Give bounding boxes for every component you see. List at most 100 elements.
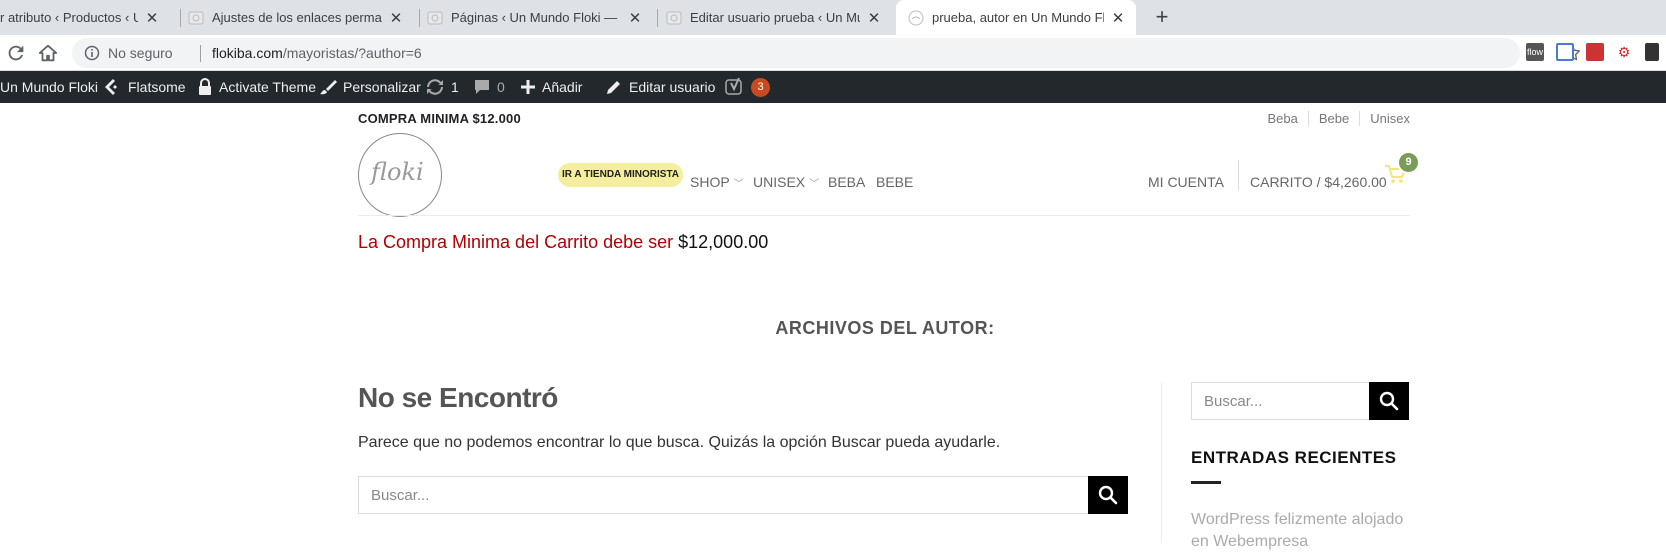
sidebar-search-input[interactable]: Buscar... — [1204, 393, 1262, 410]
site-logo[interactable]: floki — [358, 133, 442, 217]
header-divider — [358, 215, 1410, 216]
floki-favicon-icon — [908, 10, 924, 25]
nav-unisex[interactable]: UNISEX ﹀ — [753, 174, 819, 190]
search-icon — [1379, 391, 1399, 411]
nav-shop[interactable]: SHOP ﹀ — [690, 174, 744, 190]
omnibox-divider — [200, 45, 201, 62]
yoast-notification-count: 3 — [751, 77, 770, 97]
wp-admin-bar: Un Mundo Floki Flatsome Activate Theme P… — [0, 71, 1666, 103]
new-tab-button[interactable]: + — [1148, 3, 1176, 31]
admin-comments[interactable]: 0 — [473, 71, 505, 103]
column-divider — [1161, 383, 1162, 543]
main-search-input[interactable]: Buscar... — [371, 487, 429, 504]
nav-cart-label: CARRITO / $4,260.00 — [1250, 174, 1387, 190]
url-host: flokiba.com — [212, 45, 283, 61]
admin-edit-user-label: Editar usuario — [629, 79, 716, 95]
gear-extension-icon[interactable]: ⚙ — [1615, 43, 1633, 61]
tab-title: Editar usuario prueba ‹ Un Mundo — [690, 10, 860, 25]
tab-prueba-autor[interactable]: prueba, autor en Un Mundo Floki ✕ — [896, 0, 1136, 35]
tab-productos-atributo[interactable]: r atributo ‹ Productos ‹ Un Mundo ✕ — [0, 0, 168, 35]
flow-extension-icon[interactable]: flow — [1526, 43, 1544, 61]
yoast-icon — [725, 77, 742, 95]
comment-icon — [475, 80, 489, 94]
cart-count-badge: 9 — [1399, 153, 1418, 172]
nav-bebe-label: BEBE — [876, 174, 914, 190]
tab-separator — [657, 9, 658, 27]
admin-customize[interactable]: Personalizar — [319, 71, 421, 103]
admin-edit-user[interactable]: Editar usuario — [605, 71, 715, 103]
recent-post-link[interactable]: WordPress felizmente alojado en Webempre… — [1191, 509, 1421, 553]
admin-site-name[interactable]: Un Mundo Floki — [0, 71, 98, 103]
admin-activate-theme[interactable]: Activate Theme — [197, 71, 316, 103]
pencil-icon — [607, 81, 620, 94]
lock-icon — [199, 78, 211, 95]
tab-enlaces-permanentes[interactable]: Ajustes de los enlaces permanentes ✕ — [188, 0, 412, 35]
wordpress-favicon-icon — [427, 11, 443, 24]
not-found-title: No se Encontró — [358, 382, 558, 413]
search-icon — [1098, 485, 1118, 505]
tab-title: Ajustes de los enlaces permanentes — [212, 10, 382, 25]
admin-activate-label: Activate Theme — [219, 79, 317, 95]
nav-bebe[interactable]: BEBE — [876, 174, 913, 190]
minimum-cart-notice: La Compra Minima del Carrito debe ser $1… — [358, 232, 768, 253]
tab-editar-usuario[interactable]: Editar usuario prueba ‹ Un Mundo ✕ — [666, 0, 890, 35]
tab-title: r atributo ‹ Productos ‹ Un Mundo — [0, 10, 138, 25]
nav-beba[interactable]: BEBA — [828, 174, 865, 190]
close-tab-icon[interactable]: ✕ — [866, 9, 882, 27]
nav-unisex-label: UNISEX — [753, 174, 806, 190]
top-link-unisex[interactable]: Unisex — [1359, 111, 1410, 126]
close-tab-icon[interactable]: ✕ — [627, 9, 643, 27]
wordpress-favicon-icon — [188, 11, 204, 24]
nav-divider — [1238, 160, 1239, 190]
home-icon[interactable] — [37, 42, 59, 64]
tab-separator — [180, 9, 181, 27]
admin-add-label: Añadir — [542, 79, 583, 95]
nav-shop-label: SHOP — [690, 174, 730, 190]
nav-cart[interactable]: CARRITO / $4,260.00 — [1250, 174, 1387, 190]
address-bar[interactable]: No seguro flokiba.com/mayoristas/?author… — [72, 38, 1580, 68]
flag-extension-icon[interactable] — [1586, 43, 1604, 61]
admin-flatsome[interactable]: Flatsome — [104, 71, 186, 103]
url-path: /mayoristas/?author=6 — [282, 45, 422, 61]
nav-retail-store-button[interactable]: IR A TIENDA MINORISTA — [558, 163, 684, 187]
admin-add-new[interactable]: Añadir — [520, 71, 582, 103]
url-text[interactable]: flokiba.com/mayoristas/?author=6 — [212, 45, 422, 61]
admin-updates[interactable]: 1 — [425, 71, 459, 103]
top-link-bebe[interactable]: Bebe — [1307, 111, 1359, 126]
plus-icon — [521, 80, 535, 94]
notice-amount: $12,000.00 — [678, 232, 769, 252]
chevron-down-icon: ﹀ — [733, 178, 744, 190]
wordpress-favicon-icon — [666, 11, 682, 24]
nav-account-label: MI CUENTA — [1148, 174, 1224, 190]
main-search-form: Buscar... — [358, 476, 1128, 514]
dark-extension-icon[interactable] — [1645, 43, 1659, 61]
logo-text: floki — [371, 158, 424, 186]
updates-icon — [427, 79, 443, 95]
tab-strip: r atributo ‹ Productos ‹ Un Mundo ✕ Ajus… — [0, 0, 1666, 35]
notice-text: La Compra Minima del Carrito debe ser — [358, 232, 679, 252]
info-icon[interactable] — [84, 45, 100, 61]
sidebar-search-button[interactable] — [1369, 382, 1409, 420]
main-search-button[interactable] — [1088, 476, 1128, 514]
tab-paginas[interactable]: Páginas ‹ Un Mundo Floki — Word ✕ — [427, 0, 651, 35]
close-tab-icon[interactable]: ✕ — [144, 9, 160, 27]
flatsome-icon — [105, 79, 117, 95]
close-tab-icon[interactable]: ✕ — [388, 9, 404, 27]
admin-yoast[interactable]: 3 — [725, 71, 770, 103]
minimum-purchase-label: COMPRA MINIMA $12.000 — [358, 111, 521, 126]
not-found-text: Parece que no podemos encontrar lo que b… — [358, 434, 1001, 451]
top-links: Beba Bebe Unisex — [1258, 111, 1410, 126]
admin-flatsome-label: Flatsome — [128, 79, 186, 95]
chevron-down-icon: ﹀ — [809, 178, 820, 190]
top-link-beba[interactable]: Beba — [1258, 111, 1308, 126]
calendar-extension-icon[interactable] — [1556, 43, 1574, 61]
close-tab-icon[interactable]: ✕ — [1110, 9, 1126, 27]
admin-updates-count: 1 — [451, 79, 459, 95]
widget-title-underline — [1191, 481, 1221, 484]
nav-beba-label: BEBA — [828, 174, 866, 190]
reload-icon[interactable] — [5, 42, 27, 64]
archive-title: ARCHIVOS DEL AUTOR: — [775, 318, 995, 338]
header-top-bar: COMPRA MINIMA $12.000 Beba Bebe Unisex — [358, 103, 1410, 133]
admin-comments-count: 0 — [497, 79, 505, 95]
nav-my-account[interactable]: MI CUENTA — [1148, 174, 1224, 190]
